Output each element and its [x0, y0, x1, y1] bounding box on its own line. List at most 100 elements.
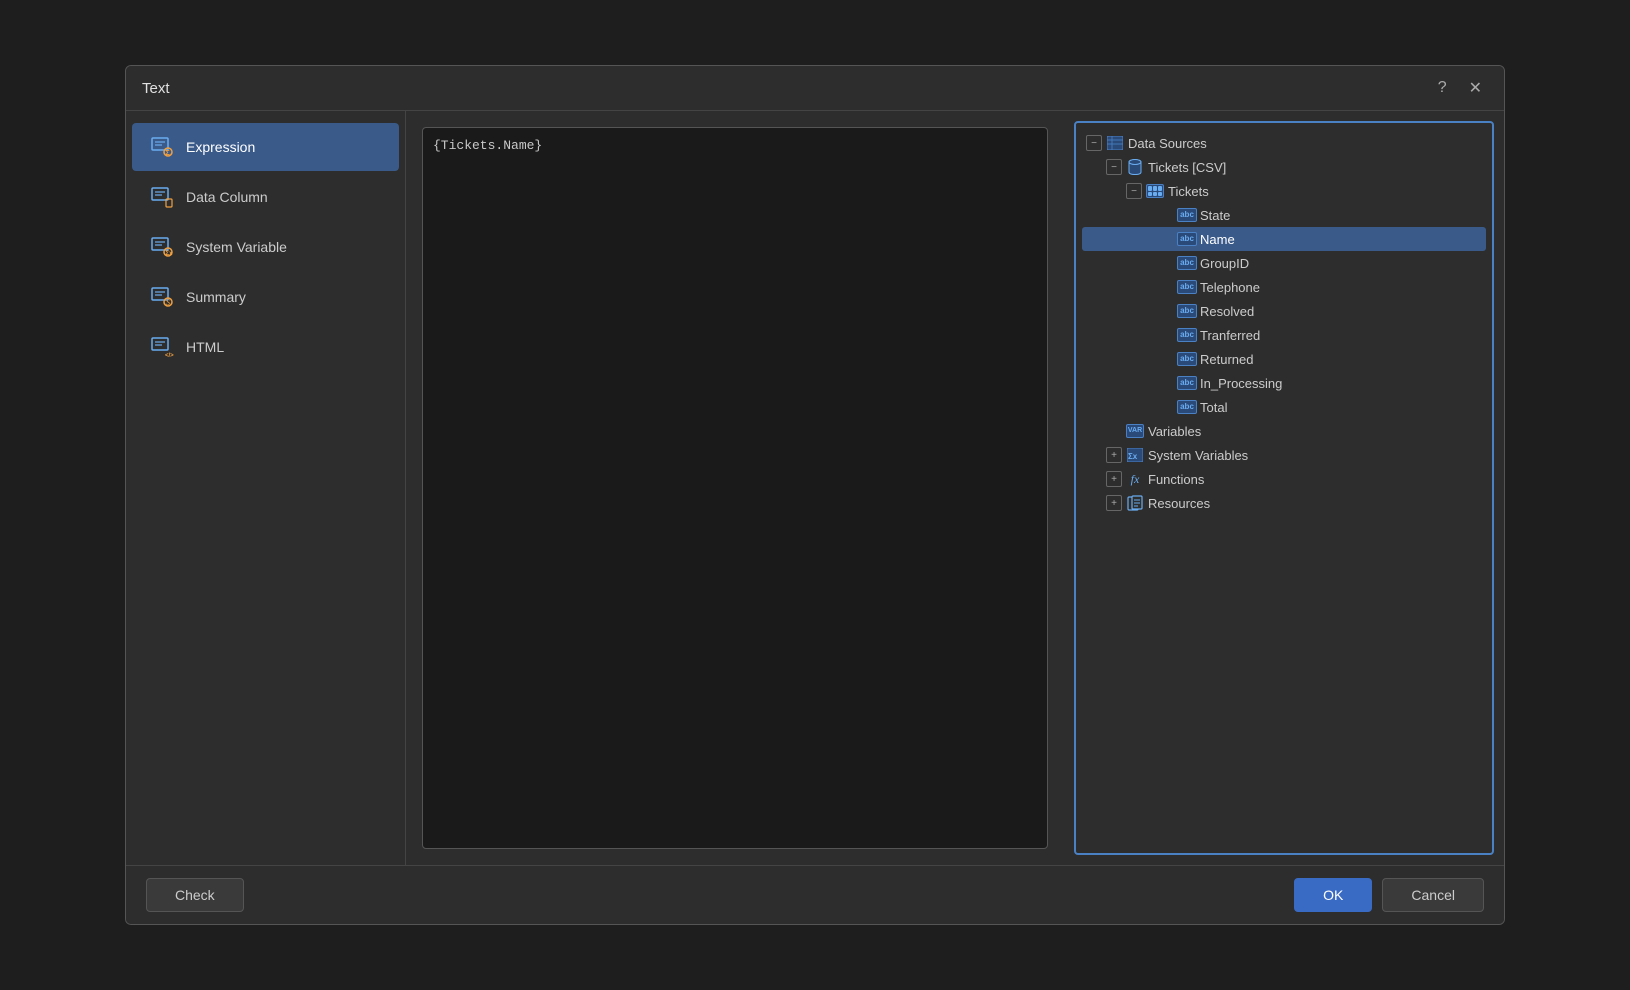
spacer-state [1158, 207, 1174, 223]
tree-node-tickets-csv[interactable]: − Tickets [CSV] [1082, 155, 1486, 179]
returned-label: Returned [1200, 352, 1253, 367]
in-processing-abc-icon: abc [1178, 374, 1196, 392]
spacer-resolved [1158, 303, 1174, 319]
cancel-button[interactable]: Cancel [1382, 878, 1484, 912]
sidebar-html-label: HTML [186, 339, 224, 355]
spacer-returned [1158, 351, 1174, 367]
data-sources-label: Data Sources [1128, 136, 1207, 151]
resources-icon [1126, 494, 1144, 512]
tree-node-tranferred[interactable]: abc Tranferred [1082, 323, 1486, 347]
variables-icon: VAR [1126, 422, 1144, 440]
spacer-tranferred [1158, 327, 1174, 343]
dialog-footer: Check OK Cancel [126, 865, 1504, 924]
resolved-abc-icon: abc [1178, 302, 1196, 320]
svg-text:S: S [166, 298, 170, 307]
footer-left: Check [146, 878, 244, 912]
tree-node-name[interactable]: abc Name [1082, 227, 1486, 251]
svg-text:Σx: Σx [1128, 452, 1138, 461]
html-icon: </> [148, 333, 176, 361]
footer-right: OK Cancel [1294, 878, 1484, 912]
spacer-in-processing [1158, 375, 1174, 391]
text-dialog: Text ? ✕ Σ Expression [125, 65, 1505, 925]
telephone-abc-icon: abc [1178, 278, 1196, 296]
state-label: State [1200, 208, 1230, 223]
expression-icon: Σ [148, 133, 176, 161]
data-column-icon [148, 183, 176, 211]
csv-icon [1126, 158, 1144, 176]
spacer-groupid [1158, 255, 1174, 271]
tree-node-total[interactable]: abc Total [1082, 395, 1486, 419]
in-processing-label: In_Processing [1200, 376, 1282, 391]
sidebar-item-summary[interactable]: S Summary [132, 273, 399, 321]
groupid-abc-icon: abc [1178, 254, 1196, 272]
sidebar: Σ Expression Data Column [126, 111, 406, 865]
sidebar-item-expression[interactable]: Σ Expression [132, 123, 399, 171]
groupid-label: GroupID [1200, 256, 1249, 271]
spacer-total [1158, 399, 1174, 415]
help-button[interactable]: ? [1432, 77, 1453, 99]
tree-panel-inner: − Data Sources − [1076, 123, 1492, 523]
toggle-resources[interactable]: + [1106, 495, 1122, 511]
svg-text:Σ: Σ [166, 150, 170, 157]
summary-icon: S [148, 283, 176, 311]
name-abc-icon: abc [1178, 230, 1196, 248]
tree-node-functions[interactable]: + fx Functions [1082, 467, 1486, 491]
tree-node-resources[interactable]: + Resources [1082, 491, 1486, 515]
resolved-label: Resolved [1200, 304, 1254, 319]
tree-node-resolved[interactable]: abc Resolved [1082, 299, 1486, 323]
name-label: Name [1200, 232, 1235, 247]
editor-area: {Tickets.Name} [406, 111, 1064, 865]
tree-node-system-variables[interactable]: + Σx System Variables [1082, 443, 1486, 467]
sidebar-item-system-variable[interactable]: Σx System Variable [132, 223, 399, 271]
close-button[interactable]: ✕ [1463, 76, 1488, 100]
telephone-label: Telephone [1200, 280, 1260, 295]
title-controls: ? ✕ [1432, 76, 1488, 100]
sidebar-data-column-label: Data Column [186, 189, 268, 205]
toggle-tickets-table[interactable]: − [1126, 183, 1142, 199]
system-variables-label: System Variables [1148, 448, 1248, 463]
sidebar-item-data-column[interactable]: Data Column [132, 173, 399, 221]
expression-editor[interactable]: {Tickets.Name} [422, 127, 1048, 849]
check-button[interactable]: Check [146, 878, 244, 912]
sidebar-system-variable-label: System Variable [186, 239, 287, 255]
spacer-name [1158, 231, 1174, 247]
tree-panel: − Data Sources − [1074, 121, 1494, 855]
spacer-variables [1106, 423, 1122, 439]
title-bar: Text ? ✕ [126, 66, 1504, 111]
variables-label: Variables [1148, 424, 1201, 439]
tree-node-in-processing[interactable]: abc In_Processing [1082, 371, 1486, 395]
tickets-csv-label: Tickets [CSV] [1148, 160, 1226, 175]
tree-node-telephone[interactable]: abc Telephone [1082, 275, 1486, 299]
sidebar-summary-label: Summary [186, 289, 246, 305]
system-variable-icon: Σx [148, 233, 176, 261]
returned-abc-icon: abc [1178, 350, 1196, 368]
tree-node-tickets-table[interactable]: − Tickets [1082, 179, 1486, 203]
toggle-functions[interactable]: + [1106, 471, 1122, 487]
dialog-title: Text [142, 80, 170, 97]
tree-node-state[interactable]: abc State [1082, 203, 1486, 227]
system-variables-icon: Σx [1126, 446, 1144, 464]
toggle-tickets-csv[interactable]: − [1106, 159, 1122, 175]
functions-icon: fx [1126, 470, 1144, 488]
sidebar-item-html[interactable]: </> HTML [132, 323, 399, 371]
ok-button[interactable]: OK [1294, 878, 1372, 912]
svg-text:</>: </> [165, 353, 174, 359]
table-icon [1146, 182, 1164, 200]
tranferred-abc-icon: abc [1178, 326, 1196, 344]
tree-node-groupid[interactable]: abc GroupID [1082, 251, 1486, 275]
dialog-body: Σ Expression Data Column [126, 111, 1504, 865]
toggle-system-variables[interactable]: + [1106, 447, 1122, 463]
tree-node-variables[interactable]: VAR Variables [1082, 419, 1486, 443]
spacer-telephone [1158, 279, 1174, 295]
svg-text:Σx: Σx [166, 251, 174, 257]
tree-node-returned[interactable]: abc Returned [1082, 347, 1486, 371]
datasource-icon [1106, 134, 1124, 152]
state-abc-icon: abc [1178, 206, 1196, 224]
total-label: Total [1200, 400, 1227, 415]
functions-label: Functions [1148, 472, 1204, 487]
tree-node-data-sources[interactable]: − Data Sources [1082, 131, 1486, 155]
tranferred-label: Tranferred [1200, 328, 1260, 343]
sidebar-expression-label: Expression [186, 139, 255, 155]
total-abc-icon: abc [1178, 398, 1196, 416]
toggle-data-sources[interactable]: − [1086, 135, 1102, 151]
